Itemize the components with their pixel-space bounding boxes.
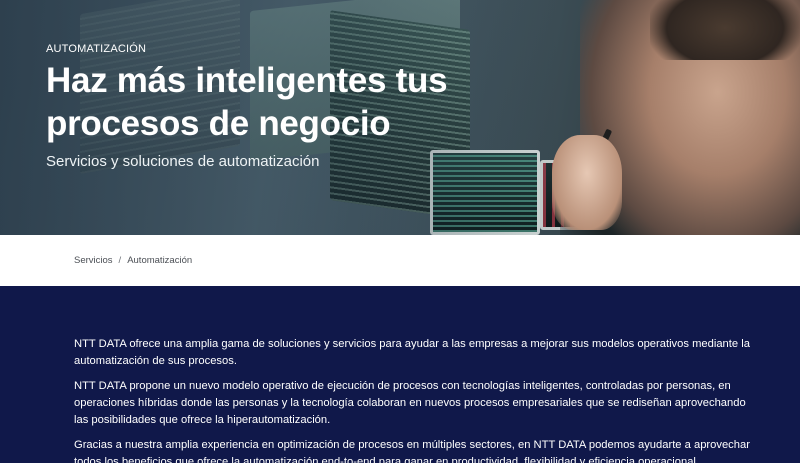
- intro-content: NTT DATA ofrece una amplia gama de soluc…: [74, 336, 759, 463]
- hero-text: AUTOMATIZACIÓN Haz más inteligentes tus …: [46, 43, 586, 170]
- breadcrumb-item-servicios[interactable]: Servicios: [74, 255, 113, 266]
- hero-banner: AUTOMATIZACIÓN Haz más inteligentes tus …: [0, 0, 800, 235]
- breadcrumb-separator: /: [118, 255, 122, 266]
- breadcrumb: Servicios / Automatización: [0, 235, 800, 286]
- hero-subtitle: Servicios y soluciones de automatización: [46, 153, 320, 170]
- intro-paragraph: NTT DATA propone un nuevo modelo operati…: [74, 380, 746, 426]
- hero-title: Haz más inteligentes tus procesos de neg…: [46, 61, 448, 143]
- intro-section: NTT DATA ofrece una amplia gama de soluc…: [0, 286, 800, 463]
- intro-paragraph: NTT DATA ofrece una amplia gama de soluc…: [74, 338, 750, 367]
- hero-eyebrow: AUTOMATIZACIÓN: [46, 43, 147, 55]
- breadcrumb-item-current: Automatización: [127, 255, 193, 266]
- intro-paragraph: Gracias a nuestra amplia experiencia en …: [74, 439, 750, 463]
